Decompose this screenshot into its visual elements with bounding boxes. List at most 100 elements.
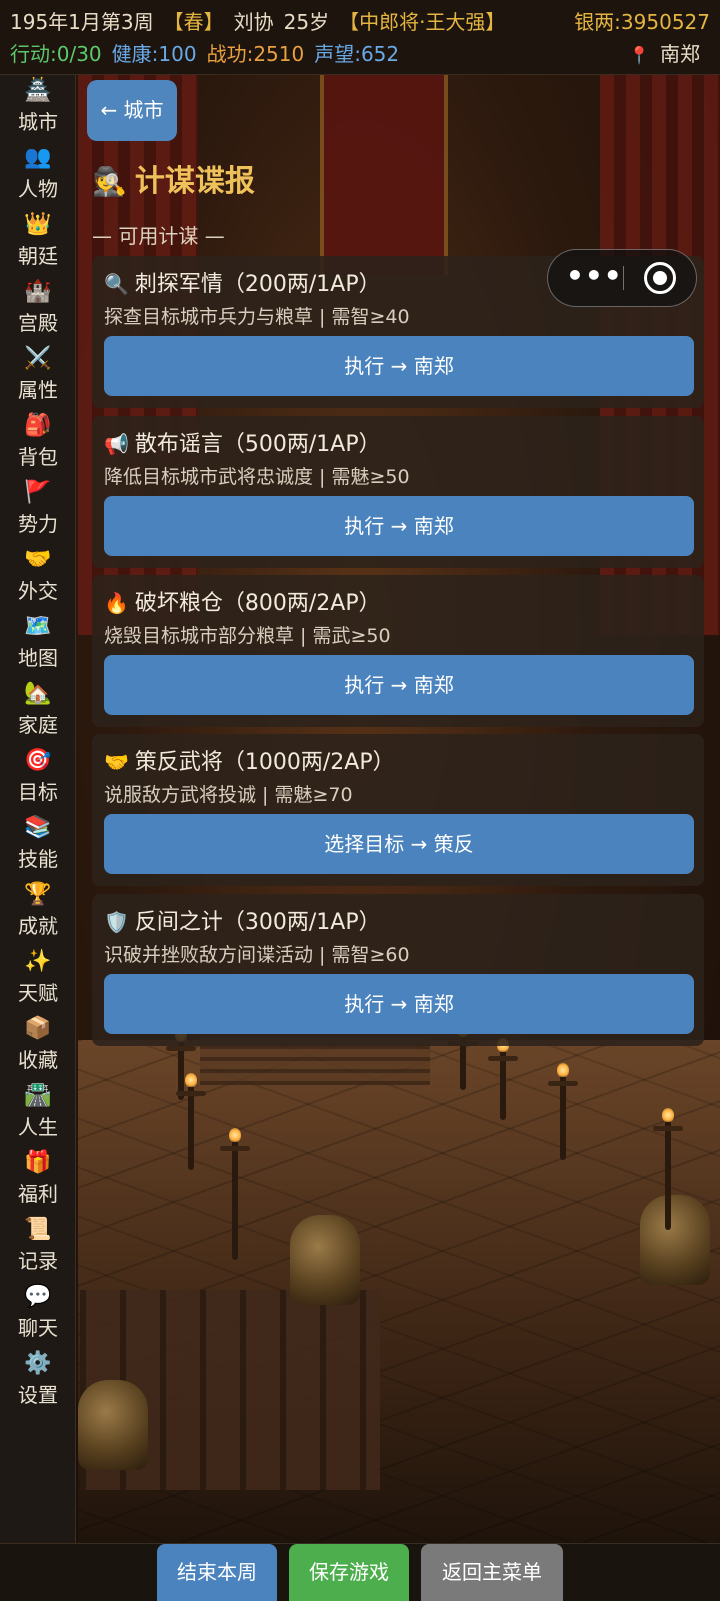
sidebar-item-label: 福利 — [18, 1182, 58, 1206]
megaphone-icon: 📢 — [104, 432, 129, 456]
execute-sabotage-button[interactable]: 执行 → 南郑 — [104, 655, 694, 715]
execute-scout-button[interactable]: 执行 → 南郑 — [104, 336, 694, 396]
player-name: 刘协 — [233, 10, 274, 34]
spy-icon: 🕵️ — [92, 165, 127, 198]
save-game-button[interactable]: 保存游戏 — [289, 1544, 409, 1601]
chat-icon: 💬 — [24, 1284, 52, 1309]
fire-icon: 🔥 — [104, 591, 129, 615]
hanging-banner — [320, 75, 448, 275]
select-defection-target-button[interactable]: 选择目标 → 策反 — [104, 814, 694, 874]
section-label: — 可用计谋 — — [92, 224, 225, 248]
season-badge: 【春】 — [163, 10, 224, 34]
sidebar-item-label: 收藏 — [18, 1048, 58, 1072]
sidebar-item-label: 属性 — [18, 378, 58, 402]
magnifier-icon: 🔍 — [104, 272, 129, 296]
player-rank: 【中郎将·王大强】 — [339, 10, 506, 34]
sidebar-item-label: 地图 — [18, 646, 58, 670]
scheme-name: 刺探军情（200两/1AP） — [134, 272, 381, 297]
sidebar-item-records[interactable]: 📜 记录 — [0, 1214, 76, 1282]
merit-stat: 战功:2510 — [206, 42, 305, 66]
execute-counterspy-button[interactable]: 执行 → 南郑 — [104, 974, 694, 1034]
gift-icon: 🎁 — [24, 1150, 52, 1175]
sidebar-nav: 🏯 城市 👥 人物 👑 朝廷 🏰 宫殿 ⚔️ 属性 🎒 背包 🚩 势力 🤝 外交 🗺️ 地图 🏡 家… — [0, 75, 76, 1543]
silver-amount: 银两:3950527 — [574, 10, 710, 34]
sidebar-item-label: 成就 — [18, 914, 58, 938]
current-location[interactable]: 📍 南郑 — [629, 40, 710, 70]
candle-stand — [548, 1063, 578, 1160]
sidebar-item-court[interactable]: 👑 朝廷 — [0, 209, 76, 277]
sidebar-item-label: 记录 — [18, 1249, 58, 1273]
location-name: 南郑 — [660, 42, 700, 66]
sidebar-item-goals[interactable]: 🎯 目标 — [0, 745, 76, 813]
sidebar-item-family[interactable]: 🏡 家庭 — [0, 678, 76, 746]
sidebar-item-label: 势力 — [18, 512, 58, 536]
scheme-card-defection: 🤝 策反武将（1000两/2AP） 说服敌方武将投诚 | 需魅≥70 选择目标 →… — [92, 734, 704, 886]
sidebar-item-palace[interactable]: 🏰 宫殿 — [0, 276, 76, 344]
sidebar-item-label: 设置 — [18, 1383, 58, 1407]
sidebar-item-label: 朝廷 — [18, 244, 58, 268]
scheme-card-sabotage: 🔥 破坏粮仓（800两/2AP） 烧毁目标城市部分粮草 | 需武≥50 执行 → … — [92, 575, 704, 727]
sidebar-item-label: 目标 — [18, 780, 58, 804]
sidebar-item-collection[interactable]: 📦 收藏 — [0, 1013, 76, 1081]
player-age: 25岁 — [283, 10, 330, 34]
game-date: 195年1月第3周 — [10, 10, 154, 34]
flag-icon: 🚩 — [24, 480, 52, 505]
candle-stand — [176, 1073, 206, 1170]
scheme-description: 烧毁目标城市部分粮草 | 需武≥50 — [104, 625, 391, 647]
palace-icon: 🏰 — [24, 279, 52, 304]
trophy-icon: 🏆 — [24, 882, 52, 907]
road-icon: 🛣️ — [24, 1083, 52, 1108]
sidebar-item-diplomacy[interactable]: 🤝 外交 — [0, 544, 76, 612]
capsule-divider — [623, 266, 624, 290]
location-pin-icon: 📍 — [628, 46, 650, 66]
end-week-button[interactable]: 结束本周 — [157, 1544, 277, 1601]
close-miniprogram-icon[interactable] — [644, 262, 676, 294]
action-points: 行动:0/30 — [10, 42, 102, 66]
miniprogram-capsule: ••• — [547, 249, 697, 307]
sidebar-item-people[interactable]: 👥 人物 — [0, 142, 76, 210]
target-icon: 🎯 — [24, 748, 52, 773]
books-icon: 📚 — [24, 815, 52, 840]
sidebar-item-welfare[interactable]: 🎁 福利 — [0, 1147, 76, 1215]
sidebar-item-label: 外交 — [18, 579, 58, 603]
scheme-card-rumor: 📢 散布谣言（500两/1AP） 降低目标城市武将忠诚度 | 需魅≥50 执行 →… — [92, 416, 704, 568]
candle-stand — [220, 1128, 250, 1260]
handshake-icon: 🤝 — [24, 547, 52, 572]
handshake-icon: 🤝 — [104, 750, 129, 774]
bottom-action-bar: 结束本周 保存游戏 返回主菜单 — [0, 1543, 720, 1601]
sparkles-icon: ✨ — [24, 949, 52, 974]
more-options-icon[interactable]: ••• — [566, 250, 622, 306]
back-to-city-button[interactable]: ← 城市 — [87, 80, 177, 141]
sidebar-item-chat[interactable]: 💬 聊天 — [0, 1281, 76, 1349]
scheme-description: 探查目标城市兵力与粮草 | 需智≥40 — [104, 306, 410, 328]
scheme-name: 散布谣言（500两/1AP） — [134, 432, 381, 457]
sidebar-item-backpack[interactable]: 🎒 背包 — [0, 410, 76, 478]
sidebar-item-city[interactable]: 🏯 城市 — [0, 75, 76, 143]
sidebar-item-achievements[interactable]: 🏆 成就 — [0, 879, 76, 947]
sidebar-item-map[interactable]: 🗺️ 地图 — [0, 611, 76, 679]
map-icon: 🗺️ — [24, 614, 52, 639]
box-icon: 📦 — [24, 1016, 52, 1041]
scheme-name: 反间之计（300两/1AP） — [134, 910, 381, 935]
scheme-description: 说服敌方武将投诚 | 需魅≥70 — [104, 784, 353, 806]
main-menu-button[interactable]: 返回主菜单 — [421, 1544, 563, 1601]
incense-burner — [78, 1380, 148, 1470]
scheme-name: 策反武将（1000两/2AP） — [134, 750, 395, 775]
incense-burner — [640, 1195, 710, 1285]
candle-stand — [488, 1038, 518, 1120]
sidebar-item-life[interactable]: 🛣️ 人生 — [0, 1080, 76, 1148]
sidebar-item-label: 宫殿 — [18, 311, 58, 335]
sidebar-item-attributes[interactable]: ⚔️ 属性 — [0, 343, 76, 411]
sidebar-item-skills[interactable]: 📚 技能 — [0, 812, 76, 880]
prestige-stat: 声望:652 — [314, 42, 400, 66]
sidebar-item-label: 城市 — [18, 110, 58, 134]
page-title-text: 计谋谍报 — [134, 164, 255, 199]
scheme-card-counterspy: 🛡️ 反间之计（300两/1AP） 识破并挫败敌方间谍活动 | 需智≥60 执行 … — [92, 894, 704, 1046]
execute-rumor-button[interactable]: 执行 → 南郑 — [104, 496, 694, 556]
sidebar-item-settings[interactable]: ⚙️ 设置 — [0, 1348, 76, 1416]
swords-icon: ⚔️ — [24, 346, 52, 371]
sidebar-item-faction[interactable]: 🚩 势力 — [0, 477, 76, 545]
sidebar-item-label: 天赋 — [18, 981, 58, 1005]
sidebar-item-label: 聊天 — [18, 1316, 58, 1340]
sidebar-item-talents[interactable]: ✨ 天赋 — [0, 946, 76, 1014]
